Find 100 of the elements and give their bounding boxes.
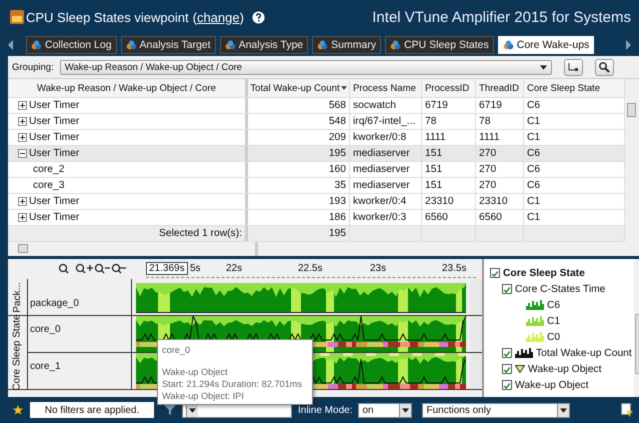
lane-group-label: Pack... xyxy=(8,279,28,315)
tooltip-title: core_0 xyxy=(162,344,190,356)
table-cell: 270 xyxy=(476,146,524,161)
time-tick: 5s xyxy=(190,263,201,274)
cursor-time-label: 21.369s xyxy=(146,262,188,275)
tree-item[interactable]: User Timer xyxy=(29,212,80,223)
tree-item[interactable]: User Timer xyxy=(29,148,80,159)
view-tab[interactable]: Core Wake-ups xyxy=(498,36,594,54)
legend-label: C6 xyxy=(547,300,560,310)
circles-icon xyxy=(317,40,328,50)
checkbox[interactable] xyxy=(502,364,512,374)
tooltip-line: Start: 21.294s Duration: 82.701ms xyxy=(162,378,302,390)
filter-settings-icon[interactable] xyxy=(621,403,633,417)
caret-icon xyxy=(540,64,547,70)
legend-label: C1 xyxy=(547,316,560,326)
checkbox[interactable] xyxy=(502,284,512,294)
column-header[interactable]: Process Name xyxy=(350,79,422,97)
checkbox[interactable] xyxy=(502,380,512,390)
expander-icon[interactable] xyxy=(18,197,27,206)
table-cell: 6560 xyxy=(476,210,524,225)
lane-scrollbar[interactable] xyxy=(470,316,482,352)
table-cell: 209 xyxy=(248,130,350,145)
lane-group-label: Core Sleep State xyxy=(8,316,28,389)
expander-icon[interactable] xyxy=(18,101,27,110)
inline-mode-dropdown[interactable]: on xyxy=(358,402,412,418)
view-tab[interactable]: Summary xyxy=(312,36,382,54)
filter-field[interactable]: No filters are applied. xyxy=(30,402,154,418)
circles-icon xyxy=(31,40,42,50)
table-cell: socwatch xyxy=(350,98,422,113)
table-cell: 78 xyxy=(422,114,476,129)
view-tab[interactable]: Analysis Type xyxy=(220,36,308,54)
checkbox[interactable] xyxy=(490,268,500,278)
functions-dropdown[interactable]: Functions only xyxy=(422,402,570,418)
expander-icon[interactable] xyxy=(18,117,27,126)
table-cell: 195 xyxy=(248,146,350,161)
legend-label: Wake-up Object xyxy=(515,380,588,390)
circles-icon xyxy=(502,40,514,50)
lane-label: package_0 xyxy=(28,279,132,315)
summary-value: 195 xyxy=(248,226,350,241)
table-cell: 35 xyxy=(248,178,350,193)
viewpoint-title: CPU Sleep States viewpoint xyxy=(26,10,189,24)
column-header[interactable]: Wake-up Reason / Wake-up Object / Core xyxy=(8,79,248,97)
table-cell: kworker/0:8 xyxy=(350,130,422,145)
tree-item[interactable]: User Timer xyxy=(29,100,80,111)
view-tab[interactable]: CPU Sleep States xyxy=(385,36,494,54)
expander-icon[interactable] xyxy=(18,149,27,158)
table-cell: 160 xyxy=(248,162,350,177)
expander-icon[interactable] xyxy=(18,213,27,222)
table-cell: 151 xyxy=(422,146,476,161)
view-tab[interactable]: Analysis Target xyxy=(120,36,216,54)
tree-item[interactable]: core_2 xyxy=(18,164,64,175)
time-tick: 23s xyxy=(370,263,386,274)
caret-icon xyxy=(402,408,410,412)
scroll-right-icon[interactable] xyxy=(625,40,631,50)
scroll-left-icon[interactable] xyxy=(8,40,14,50)
table-cell: kworker/0:3 xyxy=(350,210,422,225)
table-cell: 6560 xyxy=(422,210,476,225)
time-tick: 23.5s xyxy=(442,263,466,274)
tree-item[interactable]: User Timer xyxy=(29,196,80,207)
change-link[interactable]: change xyxy=(196,10,240,24)
lane-scrollbar[interactable] xyxy=(470,353,482,389)
star-icon[interactable] xyxy=(12,404,24,416)
lane-label: core_0 xyxy=(28,316,132,352)
table-cell: 568 xyxy=(248,98,350,113)
search-button[interactable] xyxy=(594,58,614,76)
help-icon[interactable] xyxy=(252,10,265,24)
lane-label: core_1 xyxy=(28,353,132,389)
hierarchy-button[interactable] xyxy=(564,58,583,76)
tooltip-line: Wake-up Object xyxy=(162,366,228,378)
table-cell: 1111 xyxy=(476,130,524,145)
column-header[interactable]: Total Wake-up Count xyxy=(248,79,350,97)
lane-scrollbar[interactable] xyxy=(470,279,482,315)
view-tab[interactable]: Collection Log xyxy=(26,36,117,54)
expander-icon[interactable] xyxy=(18,133,27,142)
table-cell: 270 xyxy=(476,162,524,177)
vertical-scrollbar[interactable] xyxy=(625,79,639,256)
tree-item[interactable]: User Timer xyxy=(29,132,80,143)
table-cell: 6719 xyxy=(422,98,476,113)
column-header[interactable]: ProcessID xyxy=(422,79,476,97)
legend-label: Core C-States Time xyxy=(515,284,606,294)
table-cell: 23310 xyxy=(422,194,476,209)
hierarchy-icon xyxy=(567,61,580,73)
caret-icon xyxy=(189,408,196,412)
table-cell: 78 xyxy=(476,114,524,129)
table-cell: mediaserver xyxy=(350,178,422,193)
tooltip-line: Wake-up Object: IPI xyxy=(162,390,244,402)
table-cell: mediaserver xyxy=(350,146,422,161)
grouping-label: Grouping: xyxy=(12,62,54,72)
tree-item[interactable]: core_3 xyxy=(18,180,64,191)
zoom-controls-icon[interactable] xyxy=(58,263,126,275)
table-cell: 186 xyxy=(248,210,350,225)
table-cell: 151 xyxy=(422,178,476,193)
grouping-dropdown[interactable]: Wake-up Reason / Wake-up Object / Core xyxy=(60,60,552,74)
checkbox[interactable] xyxy=(502,348,512,358)
search-icon xyxy=(598,61,610,73)
column-header[interactable]: ThreadID xyxy=(476,79,524,97)
table-cell: irq/67-intel_... xyxy=(350,114,422,129)
circles-icon xyxy=(224,40,236,50)
tree-item[interactable]: User Timer xyxy=(29,116,80,127)
table-cell: 151 xyxy=(422,162,476,177)
